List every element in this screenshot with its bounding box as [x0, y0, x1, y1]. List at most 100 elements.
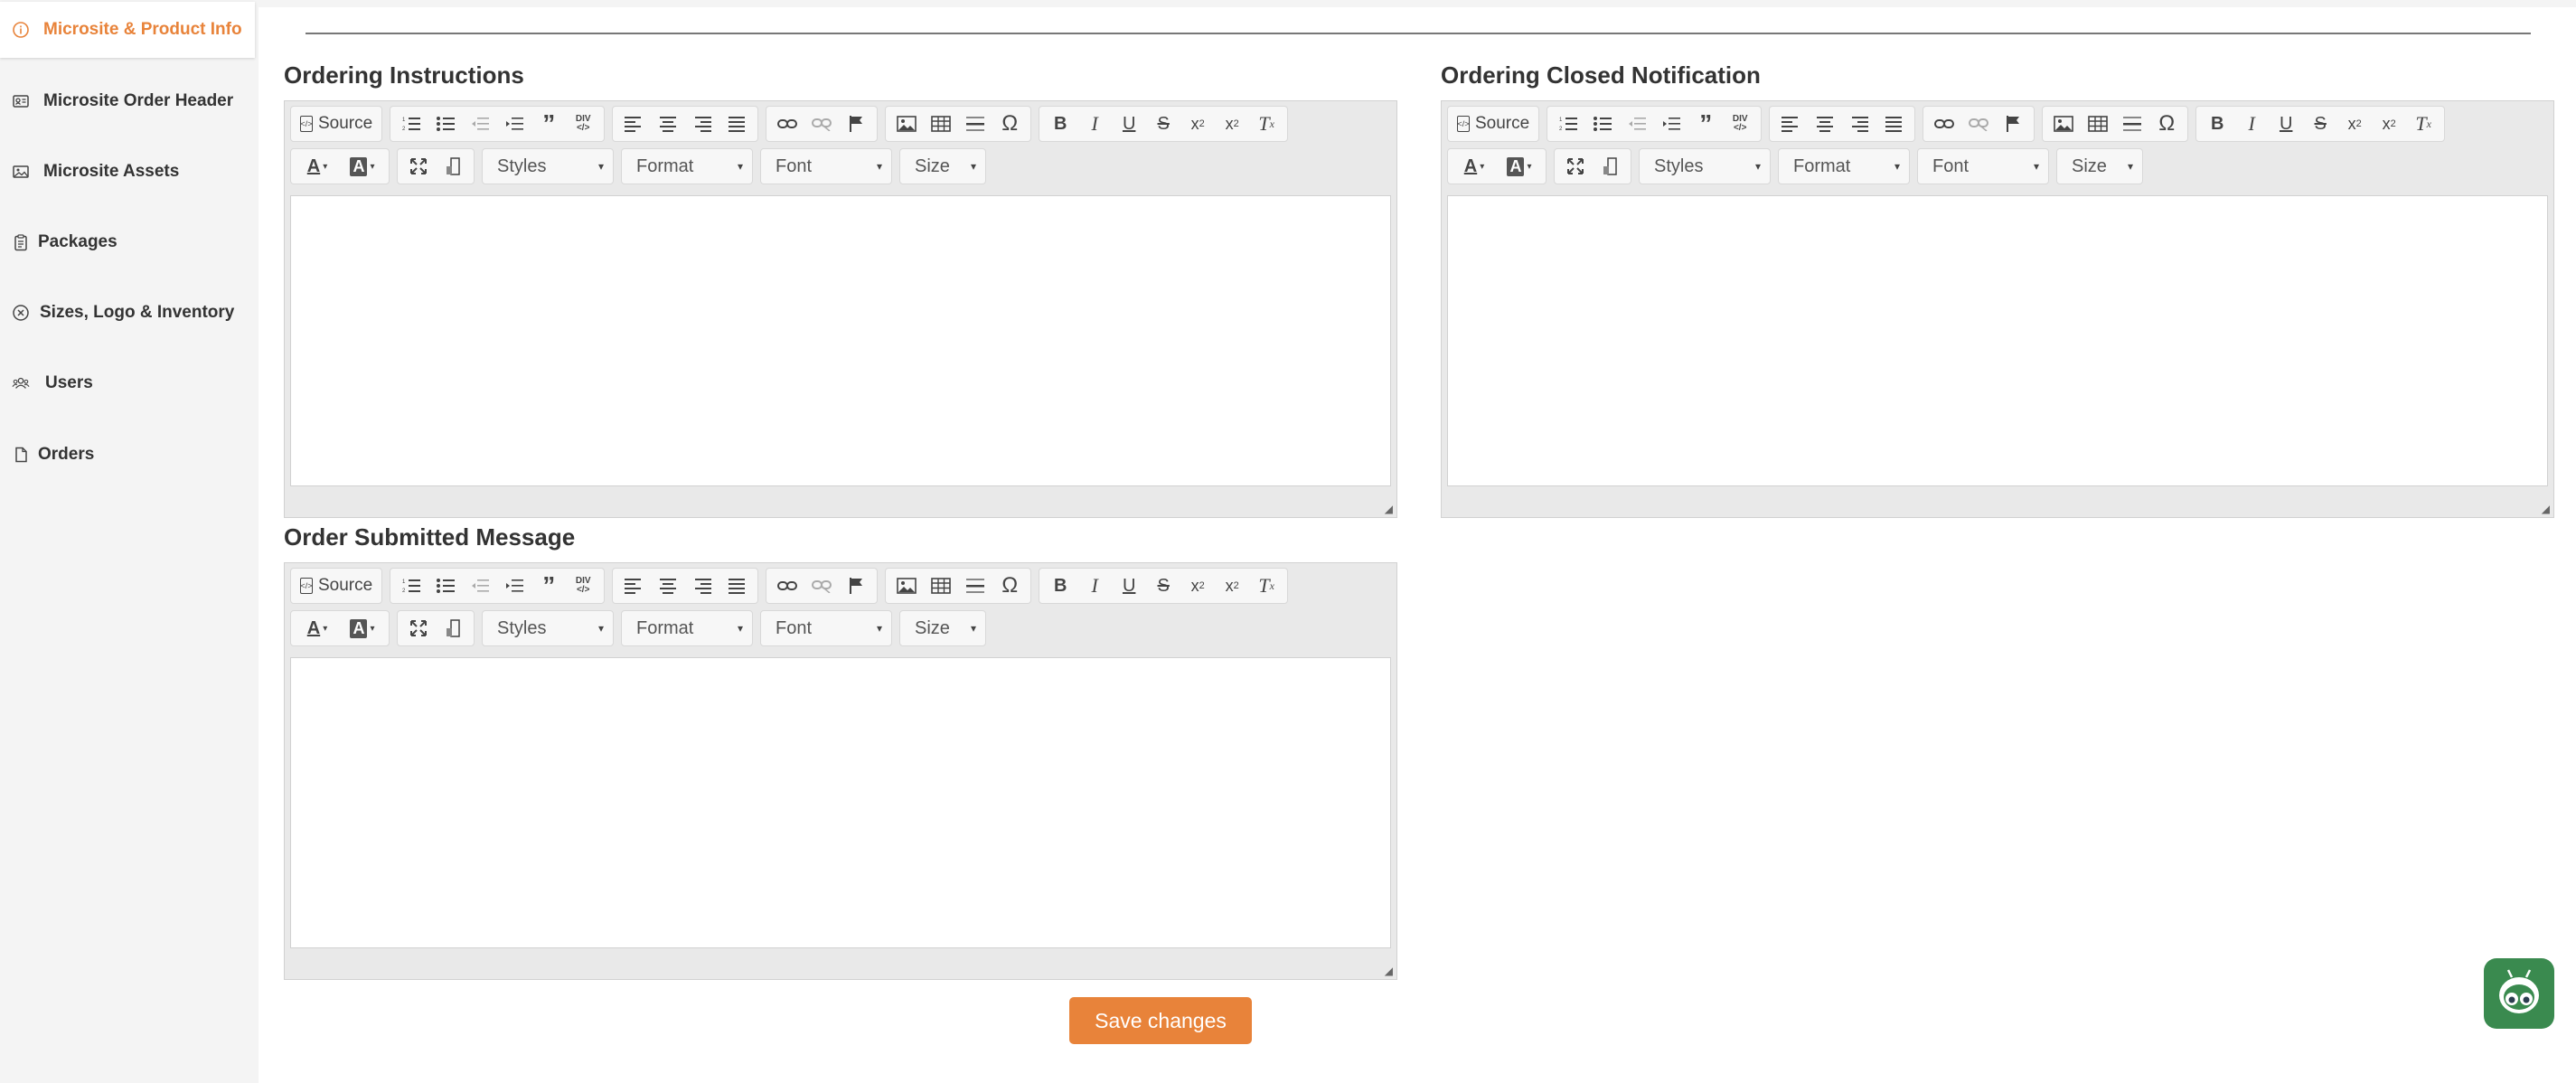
show-blocks-icon[interactable]: [436, 152, 470, 181]
align-left-icon[interactable]: [616, 571, 651, 600]
show-blocks-icon[interactable]: [436, 614, 470, 643]
align-right-icon[interactable]: [685, 109, 719, 138]
numbered-list-icon[interactable]: 12: [394, 109, 428, 138]
sidebar-item-microsite-order-header[interactable]: Microsite Order Header: [0, 73, 255, 129]
image-icon[interactable]: [889, 109, 924, 138]
sidebar-item-orders[interactable]: Orders: [0, 427, 255, 483]
remove-format-icon[interactable]: Tx: [1249, 571, 1283, 600]
align-left-icon[interactable]: [1773, 109, 1808, 138]
sidebar-item-sizes-logo-inventory[interactable]: Sizes, Logo & Inventory: [0, 285, 255, 341]
subscript-icon[interactable]: x2: [1180, 571, 1215, 600]
sidebar-item-microsite-assets[interactable]: Microsite Assets: [0, 144, 255, 200]
image-icon[interactable]: [2046, 109, 2081, 138]
superscript-icon[interactable]: x2: [1215, 109, 1249, 138]
subscript-icon[interactable]: x2: [1180, 109, 1215, 138]
background-color-icon[interactable]: A ▾: [340, 614, 385, 643]
indent-icon[interactable]: [497, 109, 531, 138]
source-button[interactable]: </> Source: [295, 571, 378, 600]
format-dropdown[interactable]: Format ▾: [621, 148, 753, 184]
font-dropdown[interactable]: Font ▾: [760, 148, 892, 184]
resize-handle-icon[interactable]: ◢: [2542, 503, 2550, 515]
numbered-list-icon[interactable]: 12: [394, 571, 428, 600]
italic-icon[interactable]: I: [2234, 109, 2269, 138]
text-color-icon[interactable]: A ▾: [295, 152, 340, 181]
remove-format-icon[interactable]: Tx: [2406, 109, 2440, 138]
bulleted-list-icon[interactable]: [428, 109, 463, 138]
resize-handle-icon[interactable]: ◢: [1385, 965, 1393, 977]
styles-dropdown[interactable]: Styles ▾: [482, 610, 614, 646]
special-char-icon[interactable]: Ω: [992, 571, 1027, 600]
underline-icon[interactable]: U: [1112, 571, 1146, 600]
size-dropdown[interactable]: Size ▾: [899, 148, 986, 184]
bold-icon[interactable]: B: [2200, 109, 2234, 138]
bulleted-list-icon[interactable]: [428, 571, 463, 600]
source-button[interactable]: </> Source: [295, 109, 378, 138]
table-icon[interactable]: [2081, 109, 2115, 138]
subscript-icon[interactable]: x2: [2337, 109, 2372, 138]
blockquote-icon[interactable]: ”: [531, 571, 566, 600]
justify-icon[interactable]: [719, 571, 754, 600]
create-div-icon[interactable]: DIV </>: [566, 109, 600, 138]
horizontal-line-icon[interactable]: [958, 109, 992, 138]
format-dropdown[interactable]: Format ▾: [1778, 148, 1910, 184]
unlink-icon[interactable]: [804, 571, 839, 600]
anchor-flag-icon[interactable]: [839, 571, 873, 600]
maximize-icon[interactable]: [401, 152, 436, 181]
background-color-icon[interactable]: A ▾: [1497, 152, 1542, 181]
link-icon[interactable]: [770, 571, 804, 600]
bulleted-list-icon[interactable]: [1585, 109, 1620, 138]
align-left-icon[interactable]: [616, 109, 651, 138]
italic-icon[interactable]: I: [1077, 571, 1112, 600]
editor-content-area[interactable]: [290, 195, 1391, 486]
horizontal-line-icon[interactable]: [958, 571, 992, 600]
size-dropdown[interactable]: Size ▾: [899, 610, 986, 646]
bold-icon[interactable]: B: [1043, 109, 1077, 138]
anchor-flag-icon[interactable]: [1996, 109, 2030, 138]
underline-icon[interactable]: U: [1112, 109, 1146, 138]
indent-icon[interactable]: [497, 571, 531, 600]
strikethrough-icon[interactable]: S: [2303, 109, 2337, 138]
sidebar-item-microsite-product-info[interactable]: Microsite & Product Info: [0, 2, 255, 58]
text-color-icon[interactable]: A ▾: [1452, 152, 1497, 181]
special-char-icon[interactable]: Ω: [992, 109, 1027, 138]
text-color-icon[interactable]: A ▾: [295, 614, 340, 643]
blockquote-icon[interactable]: ”: [531, 109, 566, 138]
create-div-icon[interactable]: DIV </>: [1723, 109, 1757, 138]
sidebar-item-users[interactable]: Users: [0, 355, 255, 411]
table-icon[interactable]: [924, 571, 958, 600]
align-center-icon[interactable]: [1808, 109, 1842, 138]
special-char-icon[interactable]: Ω: [2149, 109, 2184, 138]
maximize-icon[interactable]: [401, 614, 436, 643]
justify-icon[interactable]: [719, 109, 754, 138]
outdent-icon[interactable]: [1620, 109, 1654, 138]
editor-content-area[interactable]: [1447, 195, 2548, 486]
unlink-icon[interactable]: [804, 109, 839, 138]
numbered-list-icon[interactable]: 12: [1551, 109, 1585, 138]
remove-format-icon[interactable]: Tx: [1249, 109, 1283, 138]
background-color-icon[interactable]: A ▾: [340, 152, 385, 181]
align-center-icon[interactable]: [651, 109, 685, 138]
maximize-icon[interactable]: [1558, 152, 1593, 181]
font-dropdown[interactable]: Font ▾: [1917, 148, 2049, 184]
align-right-icon[interactable]: [685, 571, 719, 600]
superscript-icon[interactable]: x2: [2372, 109, 2406, 138]
table-icon[interactable]: [924, 109, 958, 138]
superscript-icon[interactable]: x2: [1215, 571, 1249, 600]
link-icon[interactable]: [1927, 109, 1961, 138]
link-icon[interactable]: [770, 109, 804, 138]
save-changes-button[interactable]: Save changes: [1069, 997, 1252, 1044]
align-right-icon[interactable]: [1842, 109, 1876, 138]
source-button[interactable]: </> Source: [1452, 109, 1535, 138]
strikethrough-icon[interactable]: S: [1146, 109, 1180, 138]
font-dropdown[interactable]: Font ▾: [760, 610, 892, 646]
italic-icon[interactable]: I: [1077, 109, 1112, 138]
unlink-icon[interactable]: [1961, 109, 1996, 138]
outdent-icon[interactable]: [463, 109, 497, 138]
anchor-flag-icon[interactable]: [839, 109, 873, 138]
format-dropdown[interactable]: Format ▾: [621, 610, 753, 646]
justify-icon[interactable]: [1876, 109, 1911, 138]
blockquote-icon[interactable]: ”: [1688, 109, 1723, 138]
styles-dropdown[interactable]: Styles ▾: [482, 148, 614, 184]
align-center-icon[interactable]: [651, 571, 685, 600]
styles-dropdown[interactable]: Styles ▾: [1639, 148, 1771, 184]
